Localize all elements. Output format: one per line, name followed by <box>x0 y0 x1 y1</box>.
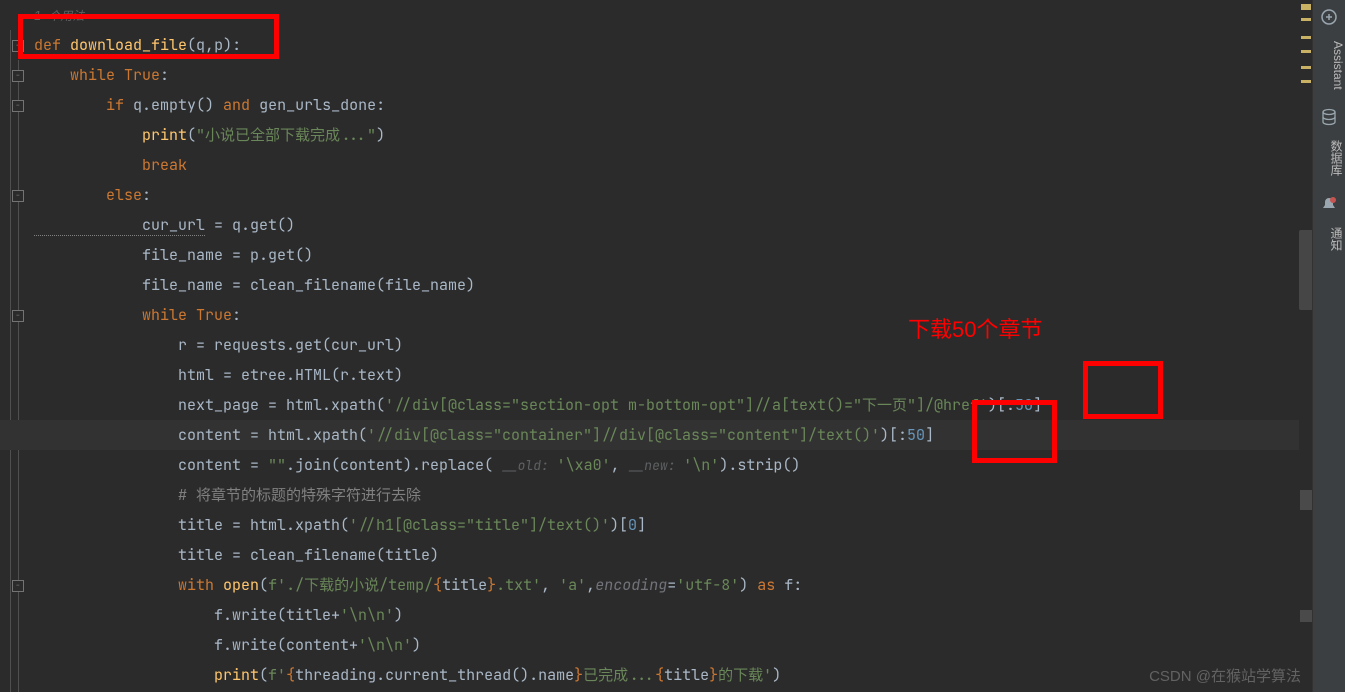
annotation-text: 下载50个章节 <box>908 312 1042 344</box>
code-line[interactable]: content = html.xpath('//div[@class="cont… <box>0 420 1313 450</box>
code-line[interactable]: print("小说已全部下载完成...") <box>0 120 1313 150</box>
code-line[interactable]: else: <box>0 180 1313 210</box>
code-line[interactable]: print(f'{threading.current_thread().name… <box>0 660 1313 690</box>
assistant-icon[interactable] <box>1320 8 1338 26</box>
code-line[interactable]: with open(f'./下载的小说/temp/{title}.txt', '… <box>0 570 1313 600</box>
code-line[interactable]: file_name = clean_filename(file_name) <box>0 270 1313 300</box>
code-line[interactable]: title = clean_filename(title) <box>0 540 1313 570</box>
notification-icon[interactable] <box>1320 196 1338 214</box>
code-line[interactable]: if q.empty() and gen_urls_done: <box>0 90 1313 120</box>
code-line[interactable]: file_name = p.get() <box>0 240 1313 270</box>
code-editor[interactable]: − − − − − − 1 个用法 def download_file(q,p)… <box>0 0 1313 692</box>
annotation-box-fn-def <box>18 14 279 59</box>
code-line[interactable]: f.write(content+'\n\n') <box>0 630 1313 660</box>
error-stripe[interactable] <box>1299 0 1313 692</box>
sidebar-tab-assistant[interactable]: Assistant <box>1313 30 1345 100</box>
annotation-box-slice-2 <box>972 400 1057 463</box>
code-line[interactable]: while True: <box>0 300 1313 330</box>
code-line[interactable]: content = "".join(content).replace( __ol… <box>0 450 1313 480</box>
code-line[interactable]: r = requests.get(cur_url) <box>0 330 1313 360</box>
sidebar-tab-database[interactable]: 数据库 <box>1313 130 1345 185</box>
code-line[interactable]: cur_url = q.get() <box>0 210 1313 240</box>
annotation-box-slice-1 <box>1083 361 1163 419</box>
sidebar-tab-notifications[interactable]: 通知 <box>1313 218 1345 260</box>
code-line[interactable]: break <box>0 150 1313 180</box>
database-icon[interactable] <box>1320 108 1338 126</box>
code-line[interactable]: while True: <box>0 60 1313 90</box>
code-line[interactable]: title = html.xpath('//h1[@class="title"]… <box>0 510 1313 540</box>
right-toolbar: Assistant 数据库 通知 <box>1312 0 1345 692</box>
code-line[interactable]: # 将章节的标题的特殊字符进行去除 <box>0 480 1313 510</box>
watermark: CSDN @在猴站学算法 <box>1149 665 1301 686</box>
code-line[interactable]: f.write(title+'\n\n') <box>0 600 1313 630</box>
